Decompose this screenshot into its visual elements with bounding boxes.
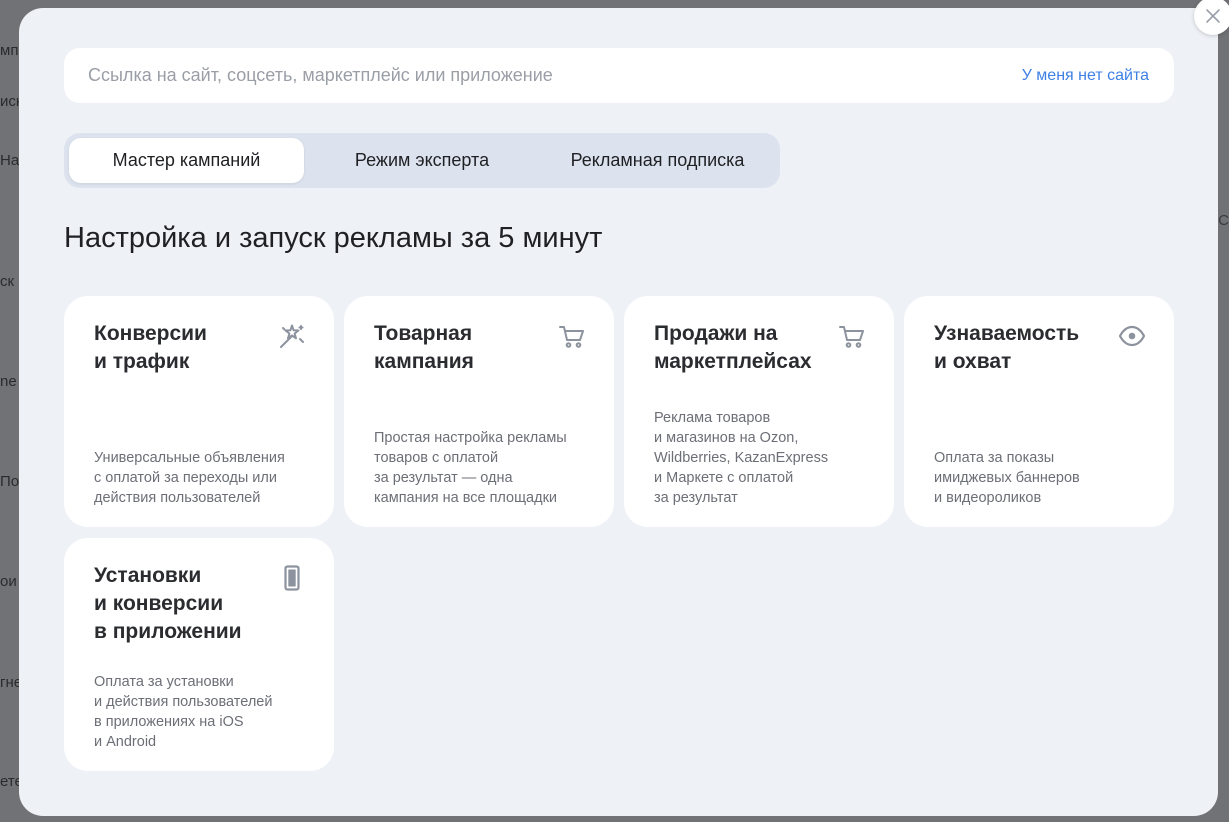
smartphone-icon bbox=[278, 564, 306, 592]
card-description: Оплата за установки и действия пользоват… bbox=[94, 674, 273, 750]
campaign-mode-tabs: Мастер кампаний Режим эксперта Рекламная… bbox=[64, 133, 780, 188]
campaign-type-card-product[interactable]: Товарная кампания Простая настройка рекл… bbox=[344, 296, 614, 527]
campaign-type-card-awareness[interactable]: Узнаваемость и охват Оплата за показы им… bbox=[904, 296, 1174, 527]
cart-icon bbox=[558, 322, 586, 350]
tab-campaign-wizard[interactable]: Мастер кампаний bbox=[69, 138, 304, 183]
background-text: мп bbox=[0, 42, 19, 59]
magic-wand-icon bbox=[278, 322, 306, 350]
background-text: На bbox=[0, 152, 20, 169]
create-campaign-modal: У меня нет сайта Мастер кампаний Режим э… bbox=[19, 8, 1218, 816]
eye-icon bbox=[1118, 322, 1146, 350]
background-text: С bbox=[1218, 212, 1229, 229]
background-text: ne bbox=[0, 373, 17, 390]
card-title: Узнаваемость и охват bbox=[934, 322, 1080, 373]
background-text: ск bbox=[0, 273, 15, 290]
background-text: ои bbox=[0, 573, 17, 590]
cart-icon bbox=[838, 322, 866, 350]
card-description: Универсальные объявления с оплатой за пе… bbox=[94, 450, 285, 506]
site-url-input[interactable] bbox=[88, 48, 968, 103]
campaign-type-card-marketplaces[interactable]: Продажи на маркетплейсах Реклама товаров… bbox=[624, 296, 894, 527]
card-title: Установки и конверсии в приложении bbox=[94, 564, 242, 643]
card-title: Товарная кампания bbox=[374, 322, 474, 373]
site-url-bar: У меня нет сайта bbox=[64, 48, 1174, 103]
card-title: Конверсии и трафик bbox=[94, 322, 207, 373]
card-description: Оплата за показы имиджевых баннеров и ви… bbox=[934, 450, 1080, 506]
campaign-type-card-app-installs[interactable]: Установки и конверсии в приложении Оплат… bbox=[64, 538, 334, 771]
no-site-link[interactable]: У меня нет сайта bbox=[1022, 48, 1149, 103]
page-title: Настройка и запуск рекламы за 5 минут bbox=[64, 222, 603, 254]
close-button[interactable] bbox=[1194, 0, 1229, 35]
tab-ad-subscription[interactable]: Рекламная подписка bbox=[540, 138, 775, 183]
campaign-type-card-conversions[interactable]: Конверсии и трафик Универсальные объявле… bbox=[64, 296, 334, 527]
card-title: Продажи на маркетплейсах bbox=[654, 322, 812, 373]
card-description: Реклама товаров и магазинов на Ozon, Wil… bbox=[654, 410, 829, 506]
close-icon bbox=[1205, 8, 1221, 24]
background-text: По bbox=[0, 473, 20, 490]
tab-expert-mode[interactable]: Режим эксперта bbox=[304, 138, 540, 183]
card-description: Простая настройка рекламы товаров с опла… bbox=[374, 430, 567, 506]
